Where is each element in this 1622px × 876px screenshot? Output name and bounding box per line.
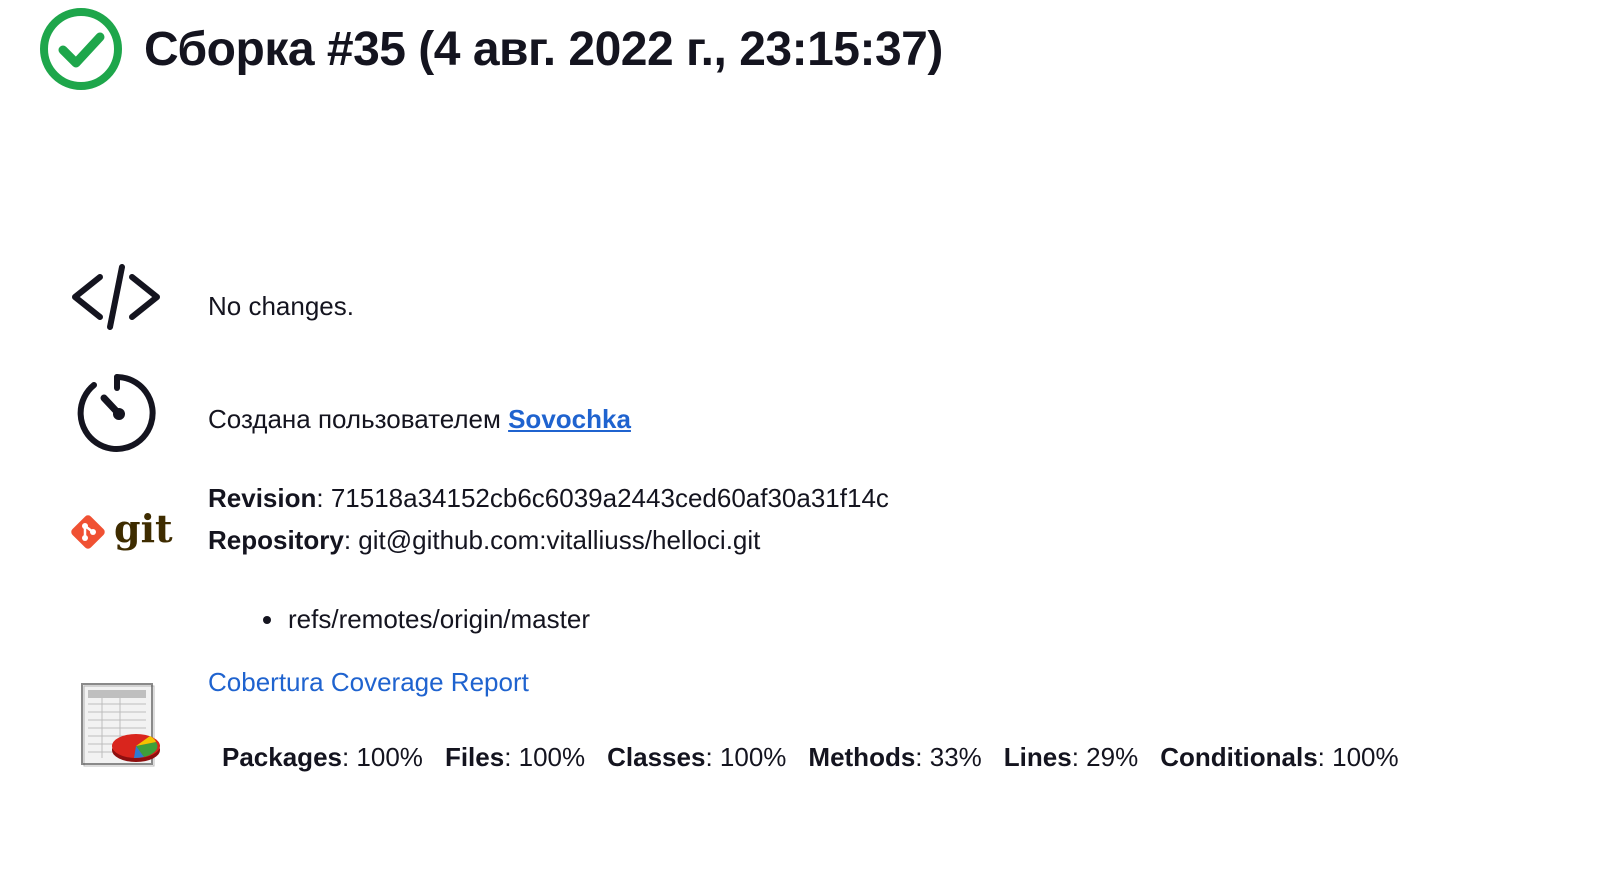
user-link[interactable]: Sovochka [508,404,631,434]
page-title: Сборка #35 (4 авг. 2022 г., 23:15:37) [144,22,943,76]
stat-value: : 33% [915,742,982,772]
stat-label: Conditionals [1160,742,1318,772]
branch-list: refs/remotes/origin/master [260,598,590,640]
list-item: refs/remotes/origin/master [260,598,590,640]
timer-icon [77,374,156,452]
stat-files: Files: 100% [445,736,585,778]
branch-name: refs/remotes/origin/master [288,604,590,634]
revision-line: Revision: 71518a34152cb6c6039a2443ced60a… [208,477,889,519]
stat-lines: Lines: 29% [1004,736,1138,778]
revision-value: : 71518a34152cb6c6039a2443ced60af30a31f1… [316,483,889,513]
git-logo-text: git [114,506,173,551]
stat-value: : 29% [1071,742,1139,772]
stat-classes: Classes: 100% [607,736,786,778]
stat-value: : 100% [504,742,586,772]
bullet [263,616,271,624]
changes-text: No changes. [208,291,354,321]
stat-value: : 100% [705,742,787,772]
coverage-stats: Packages: 100% Files: 100% Classes: 100%… [222,736,1421,778]
stat-label: Files [444,742,505,772]
stat-conditionals: Conditionals: 100% [1160,736,1398,778]
stat-label: Methods [808,742,916,772]
success-check-icon [40,8,122,90]
cause-prefix: Создана пользователем [208,404,509,434]
stat-methods: Methods: 33% [808,736,981,778]
stat-value: : 100% [1317,742,1399,772]
revision-label: Revision [208,483,317,513]
repository-label: Repository [208,525,344,555]
git-logo-icon: git [68,506,173,552]
coverage-report-icon [81,683,160,767]
coverage-report-link[interactable]: Cobertura Coverage Report [208,661,529,703]
stat-value: : 100% [341,742,423,772]
stat-label: Packages [222,742,342,772]
stat-label: Lines [1003,742,1072,772]
stat-packages: Packages: 100% [222,736,423,778]
repository-line: Repository: git@github.com:vitalliuss/he… [208,519,760,561]
repository-value: : git@github.com:vitalliuss/helloci.git [343,525,761,555]
stat-label: Classes [607,742,706,772]
cause-text: Создана пользователем Sovochka [208,398,631,440]
code-icon [72,264,160,330]
build-header: Сборка #35 (4 авг. 2022 г., 23:15:37) [38,6,943,92]
